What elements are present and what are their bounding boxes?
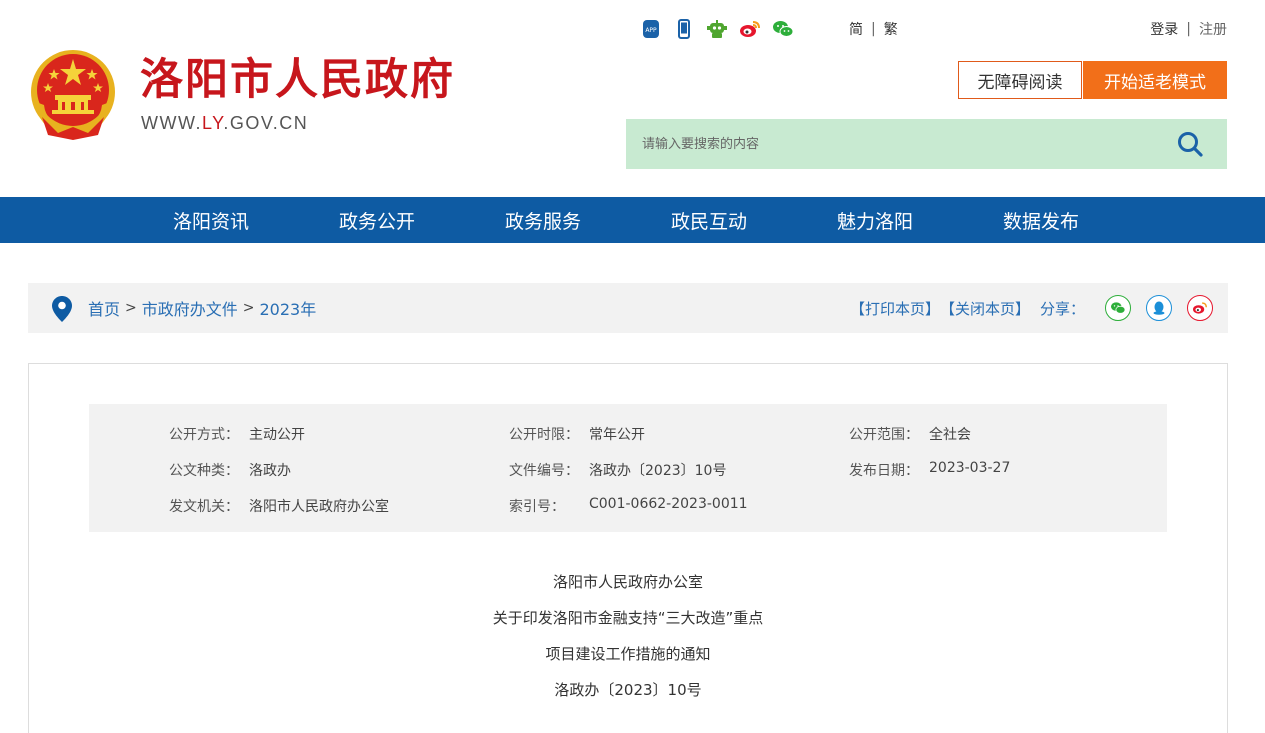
meta-value: 主动公开: [249, 427, 305, 443]
lang-traditional[interactable]: 繁: [884, 19, 898, 39]
meta-value: 2023-03-27: [929, 460, 1011, 476]
meta-doc-type: 公文种类： 洛政办: [169, 460, 291, 480]
meta-value: 洛政办〔2023〕10号: [589, 463, 727, 479]
meta-label: 索引号：: [509, 499, 565, 515]
url-ly: LY: [201, 113, 224, 133]
meta-value: 洛阳市人民政府办公室: [249, 499, 389, 515]
close-page-link[interactable]: 【关闭本页】: [940, 298, 1030, 319]
main-nav: 洛阳资讯 政务公开 政务服务 政民互动 魅力洛阳 数据发布: [0, 197, 1265, 243]
nav-item-interaction[interactable]: 政民互动: [626, 197, 792, 243]
wechat-icon: [1111, 302, 1126, 314]
share-label: 分享：: [1039, 299, 1085, 318]
share-weibo-button[interactable]: [1187, 295, 1213, 321]
meta-value: 全社会: [929, 427, 971, 443]
wechat-icon[interactable]: [772, 18, 794, 40]
meta-row: 公文种类： 洛政办 文件编号： 洛政办〔2023〕10号 发布日期： 2023-…: [89, 460, 1167, 480]
meta-value: 洛政办: [249, 463, 291, 479]
meta-disclosure-scope: 公开范围： 全社会: [849, 424, 971, 444]
share-qq-button[interactable]: [1146, 295, 1172, 321]
search-button[interactable]: [1153, 119, 1227, 169]
meta-issuer: 发文机关： 洛阳市人民政府办公室: [169, 496, 389, 516]
breadcrumb-separator: >: [125, 300, 137, 316]
search-bar: [626, 119, 1227, 169]
article-content: 公开方式： 主动公开 公开时限： 常年公开 公开范围： 全社会 公文种类： 洛政…: [28, 363, 1228, 733]
robot-icon[interactable]: [706, 18, 728, 40]
language-switch: 简 | 繁: [849, 18, 898, 40]
nav-item-charm-luoyang[interactable]: 魅力洛阳: [792, 197, 958, 243]
meta-label: 公文种类：: [169, 463, 239, 479]
document-issuer-line: 洛阳市人民政府办公室: [552, 573, 703, 591]
meta-label: 发文机关：: [169, 499, 239, 515]
search-icon: [1178, 132, 1203, 157]
meta-index-no: 索引号： C001-0662-2023-0011: [509, 496, 748, 516]
login-link[interactable]: 登录: [1150, 19, 1178, 39]
breadcrumb-2023[interactable]: 2023年: [260, 296, 317, 320]
elder-mode-button[interactable]: 开始适老模式: [1083, 61, 1227, 99]
meta-row: 发文机关： 洛阳市人民政府办公室 索引号： C001-0662-2023-001…: [89, 496, 1167, 516]
breadcrumb-home[interactable]: 首页: [88, 296, 120, 320]
weibo-icon: [1193, 302, 1207, 314]
breadcrumb-bar: 首页 > 市政府办文件 > 2023年 【打印本页】 【关闭本页】 分享：: [28, 283, 1228, 333]
page-tools: 【打印本页】 【关闭本页】 分享：: [850, 283, 1228, 333]
document-title-line2: 项目建设工作措施的通知: [545, 645, 711, 663]
meta-doc-number: 文件编号： 洛政办〔2023〕10号: [509, 460, 726, 480]
print-page-link[interactable]: 【打印本页】: [850, 298, 940, 319]
meta-value: 常年公开: [589, 427, 645, 443]
document-metadata: 公开方式： 主动公开 公开时限： 常年公开 公开范围： 全社会 公文种类： 洛政…: [89, 404, 1167, 532]
site-url: WWW.LY.GOV.CN: [141, 113, 308, 134]
meta-disclosure-method: 公开方式： 主动公开: [169, 424, 305, 444]
meta-label: 文件编号：: [509, 463, 579, 479]
site-header: 洛阳市人民政府 WWW.LY.GOV.CN APP 简 | 繁 登录 | 注册 …: [0, 0, 1265, 197]
national-emblem-icon: [31, 50, 115, 140]
accessible-reading-button[interactable]: 无障碍阅读: [958, 61, 1082, 99]
document-number-line: 洛政办〔2023〕10号: [554, 681, 702, 699]
weibo-icon[interactable]: [739, 18, 761, 40]
app-icon[interactable]: APP: [640, 18, 662, 40]
breadcrumb-city-gov-office-docs[interactable]: 市政府办文件: [142, 296, 238, 320]
meta-value: C001-0662-2023-0011: [589, 496, 748, 512]
nav-item-government-services[interactable]: 政务服务: [460, 197, 626, 243]
location-pin-icon: [52, 296, 72, 322]
register-link[interactable]: 注册: [1199, 19, 1227, 39]
search-input[interactable]: [626, 119, 1153, 169]
nav-item-luoyang-news[interactable]: 洛阳资讯: [128, 197, 294, 243]
meta-label: 发布日期：: [849, 463, 919, 479]
url-prefix: WWW.: [141, 113, 202, 133]
lang-separator: |: [871, 21, 876, 37]
site-name: 洛阳市人民政府: [140, 55, 455, 105]
meta-label: 公开时限：: [509, 427, 579, 443]
meta-label: 公开范围：: [849, 427, 919, 443]
qq-icon: [1153, 301, 1165, 315]
svg-text:APP: APP: [645, 27, 657, 34]
share-wechat-button[interactable]: [1105, 295, 1131, 321]
meta-disclosure-period: 公开时限： 常年公开: [509, 424, 645, 444]
url-suffix: .GOV.CN: [223, 113, 309, 133]
meta-label: 公开方式：: [169, 427, 239, 443]
lang-simplified[interactable]: 简: [849, 19, 863, 39]
auth-links: 登录 | 注册: [1150, 18, 1227, 40]
meta-row: 公开方式： 主动公开 公开时限： 常年公开 公开范围： 全社会: [89, 424, 1167, 444]
auth-separator: |: [1186, 21, 1191, 37]
document-title-line1: 关于印发洛阳市金融支持“三大改造”重点: [492, 609, 764, 627]
mobile-icon[interactable]: [673, 18, 695, 40]
nav-item-data-release[interactable]: 数据发布: [958, 197, 1124, 243]
breadcrumb-separator: >: [242, 300, 255, 316]
meta-publish-date: 发布日期： 2023-03-27: [849, 460, 1010, 480]
top-icons: APP: [640, 18, 805, 40]
breadcrumb: 首页 > 市政府办文件 > 2023年: [88, 283, 316, 333]
nav-item-government-affairs[interactable]: 政务公开: [294, 197, 460, 243]
